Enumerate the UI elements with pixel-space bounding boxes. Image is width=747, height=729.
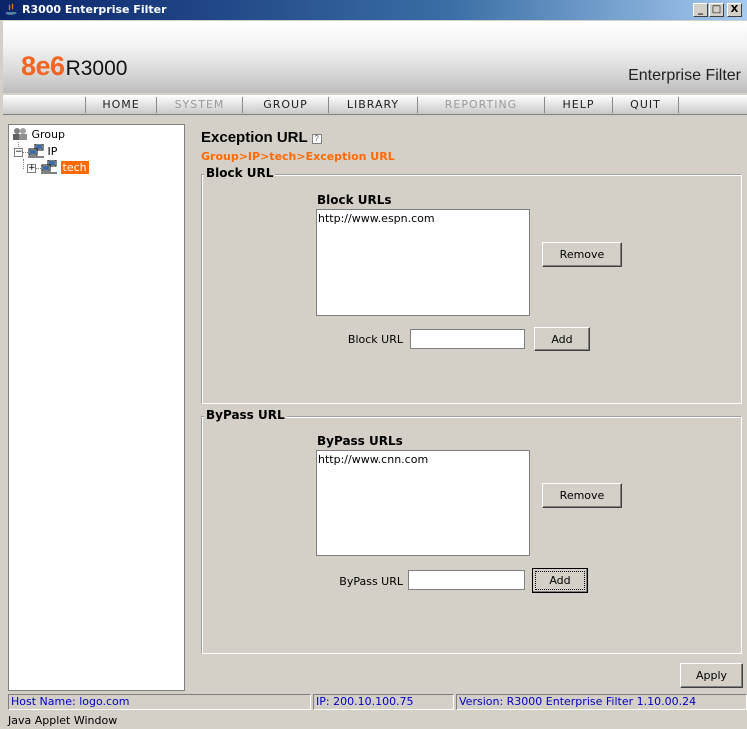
block-urls-label: Block URLs bbox=[317, 193, 392, 207]
block-url-input[interactable] bbox=[410, 329, 525, 349]
network-icon bbox=[41, 159, 57, 174]
nav-home[interactable]: HOME bbox=[85, 97, 157, 113]
close-button[interactable]: X bbox=[727, 3, 742, 17]
main-nav: HOME SYSTEM GROUP LIBRARY REPORTING HELP… bbox=[3, 95, 747, 115]
status-version: Version: R3000 Enterprise Filter 1.10.00… bbox=[456, 694, 747, 710]
block-url-label: Block URL bbox=[347, 333, 403, 346]
maximize-button[interactable]: □ bbox=[709, 3, 724, 17]
product-name: Enterprise Filter bbox=[628, 67, 741, 84]
list-item[interactable]: http://www.cnn.com bbox=[318, 453, 528, 466]
breadcrumb: Group>IP>tech>Exception URL bbox=[201, 150, 395, 163]
bypass-urls-list[interactable]: http://www.cnn.com bbox=[316, 450, 530, 556]
title-bar[interactable]: R3000 Enterprise Filter _ □ X bbox=[0, 0, 747, 20]
bypass-add-button[interactable]: Add bbox=[532, 568, 588, 593]
applet-warning: Java Applet Window bbox=[8, 714, 118, 727]
bypass-url-input[interactable] bbox=[408, 570, 525, 590]
collapse-icon[interactable]: − bbox=[14, 148, 23, 157]
status-host: Host Name: logo.com bbox=[8, 694, 311, 710]
expand-icon[interactable]: + bbox=[27, 164, 36, 173]
block-add-button[interactable]: Add bbox=[534, 327, 590, 351]
page-title-text: Exception URL bbox=[201, 129, 308, 146]
tree-line bbox=[23, 159, 24, 169]
block-urls-list[interactable]: http://www.espn.com bbox=[316, 209, 530, 316]
bypass-url-label: ByPass URL bbox=[339, 575, 403, 588]
minimize-button[interactable]: _ bbox=[693, 3, 708, 17]
bypass-url-group-title: ByPass URL bbox=[204, 408, 287, 422]
tree-label-tech: tech bbox=[60, 161, 89, 174]
java-icon bbox=[6, 3, 17, 15]
tree-label-group: Group bbox=[31, 128, 66, 141]
bypass-remove-button[interactable]: Remove bbox=[542, 483, 622, 508]
banner: 8e6R3000 Enterprise Filter bbox=[3, 21, 747, 93]
tree-node-group[interactable]: Group bbox=[12, 127, 65, 141]
nav-quit[interactable]: QUIT bbox=[613, 97, 679, 113]
status-ip: IP: 200.10.100.75 bbox=[313, 694, 454, 710]
nav-reporting[interactable]: REPORTING bbox=[418, 97, 545, 113]
list-item[interactable]: http://www.espn.com bbox=[318, 212, 528, 225]
logo-model: R3000 bbox=[65, 57, 128, 80]
logo: 8e6R3000 bbox=[21, 51, 127, 82]
nav-system[interactable]: SYSTEM bbox=[157, 97, 243, 113]
group-tree[interactable]: Group − IP + tech bbox=[8, 124, 185, 691]
nav-library[interactable]: LIBRARY bbox=[329, 97, 418, 113]
bypass-urls-label: ByPass URLs bbox=[317, 434, 403, 448]
page-title: Exception URL ? bbox=[201, 129, 322, 146]
tree-label-ip: IP bbox=[47, 145, 58, 158]
nav-help[interactable]: HELP bbox=[545, 97, 613, 113]
window-title: R3000 Enterprise Filter bbox=[22, 3, 167, 16]
network-icon bbox=[28, 143, 44, 158]
help-icon[interactable]: ? bbox=[311, 134, 322, 144]
nav-group[interactable]: GROUP bbox=[243, 97, 329, 113]
status-bar: Host Name: logo.com IP: 200.10.100.75 Ve… bbox=[8, 694, 747, 710]
apply-button[interactable]: Apply bbox=[680, 663, 743, 688]
block-remove-button[interactable]: Remove bbox=[542, 242, 622, 267]
tree-node-tech[interactable]: tech bbox=[41, 159, 89, 174]
group-icon bbox=[13, 128, 27, 140]
block-url-group-title: Block URL bbox=[204, 166, 276, 180]
logo-brand: 8e6 bbox=[21, 51, 65, 81]
tree-node-ip[interactable]: IP bbox=[28, 143, 58, 158]
